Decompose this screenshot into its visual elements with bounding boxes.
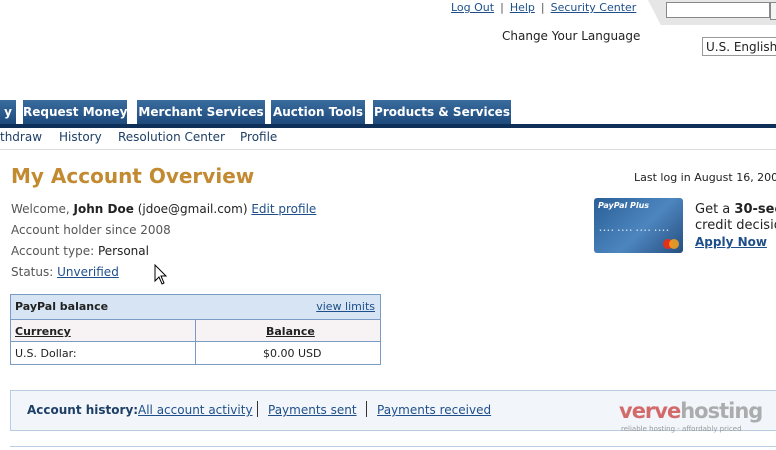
tab-merchant-services[interactable]: Merchant Services (137, 100, 265, 124)
credit-card-image[interactable]: PayPal Plus •••• •••• •••• •••• (594, 198, 683, 253)
tab-products-services[interactable]: Products & Services (373, 100, 511, 124)
main-tab-bar: y Request Money Merchant Services Auctio… (0, 100, 776, 128)
column-currency: Currency (15, 325, 71, 338)
tab-auction-tools[interactable]: Auction Tools (271, 100, 365, 124)
status-unverified-link[interactable]: Unverified (57, 265, 119, 279)
separator: | (500, 1, 504, 14)
all-activity-link[interactable]: All account activity (138, 403, 253, 417)
promo-line1: Get a (695, 202, 731, 217)
apply-now-link[interactable]: Apply Now (695, 235, 767, 249)
divider (10, 446, 776, 447)
subnav-profile[interactable]: Profile (240, 130, 277, 144)
promo-line1-bold: 30-sec (734, 202, 776, 217)
balance-table: PayPal balance view limits Currency Bala… (10, 294, 381, 365)
sub-nav: thdraw History Resolution Center Profile (0, 128, 776, 149)
change-language-label: Change Your Language (502, 29, 641, 43)
mastercard-icon (663, 239, 679, 249)
subnav-history[interactable]: History (59, 130, 102, 144)
subnav-withdraw[interactable]: thdraw (0, 130, 42, 144)
row-balance: $0.00 USD (263, 347, 322, 360)
mouse-cursor-icon (154, 263, 168, 290)
account-type-value: Personal (97, 244, 149, 258)
watermark-part2: hosting (680, 399, 763, 423)
tab-partial[interactable]: y (0, 100, 16, 124)
payments-sent-link[interactable]: Payments sent (268, 403, 357, 417)
language-select[interactable]: U.S. English (702, 37, 776, 56)
holder-since: Account holder since 2008 (11, 223, 171, 237)
user-name: John Doe (73, 202, 134, 216)
balance-title: PayPal balance (15, 300, 109, 313)
logout-link[interactable]: Log Out (451, 1, 494, 14)
user-email: (jdoe@gmail.com) (137, 202, 248, 216)
welcome-line: Welcome, John Doe (jdoe@gmail.com) Edit … (11, 202, 316, 216)
search-area (648, 0, 776, 25)
account-type-label: Account type: (11, 244, 95, 258)
column-balance: Balance (266, 325, 315, 338)
watermark-tagline: reliable hosting - affordably priced (621, 425, 742, 433)
help-link[interactable]: Help (510, 1, 535, 14)
payments-received-link[interactable]: Payments received (377, 403, 491, 417)
separator (257, 401, 258, 417)
view-limits-link[interactable]: view limits (316, 300, 375, 313)
row-currency: U.S. Dollar: (15, 347, 77, 360)
promo-line2: credit decisio (695, 218, 776, 233)
column-divider (195, 319, 196, 364)
separator: | (540, 1, 545, 14)
subnav-resolution-center[interactable]: Resolution Center (118, 130, 225, 144)
page-title: My Account Overview (11, 164, 255, 188)
search-input[interactable] (666, 2, 770, 18)
account-type-line: Account type: Personal (11, 244, 149, 258)
watermark-logo: vervehosting reliable hosting - affordab… (619, 399, 763, 433)
last-login: Last log in August 16, 2008 1 (634, 171, 776, 184)
tab-request-money[interactable]: Request Money (23, 100, 127, 124)
account-history-bar: Account history: All account activity Pa… (10, 390, 776, 433)
separator (366, 401, 367, 417)
card-brand: PayPal Plus (598, 201, 650, 210)
watermark-part1: verve (619, 399, 681, 423)
balance-header: PayPal balance view limits (11, 295, 380, 319)
card-number-decoration: •••• •••• •••• •••• (599, 228, 670, 234)
account-history-label: Account history: (27, 403, 139, 417)
promo-text: Get a 30-sec credit decisio Apply Now (695, 202, 776, 251)
top-links: Log Out | Help | Security Center (451, 1, 636, 14)
welcome-prefix: Welcome, (11, 202, 70, 216)
status-label: Status: (11, 265, 54, 279)
status-line: Status: Unverified (11, 265, 119, 279)
search-button[interactable] (770, 2, 776, 20)
edit-profile-link[interactable]: Edit profile (251, 202, 316, 216)
divider (0, 149, 776, 150)
security-center-link[interactable]: Security Center (551, 1, 637, 14)
